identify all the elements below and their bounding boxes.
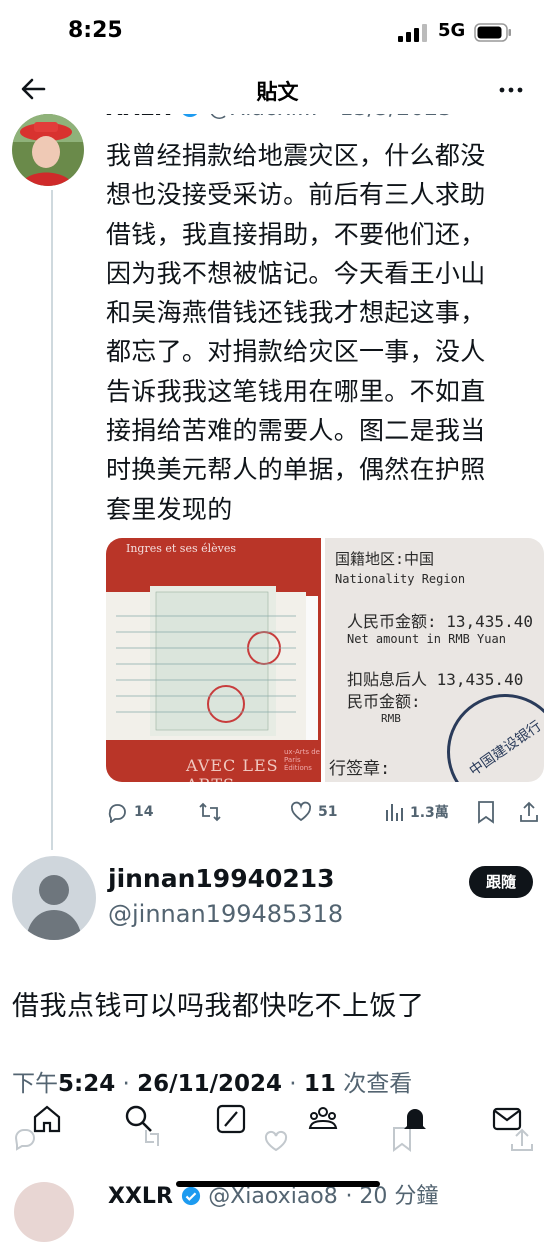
- follow-button[interactable]: 跟隨: [469, 866, 533, 898]
- like-button[interactable]: 51: [290, 798, 337, 826]
- reply-author-name[interactable]: jinnan19940213: [108, 864, 335, 893]
- retweet-button[interactable]: [198, 798, 228, 826]
- avatar-photo: [12, 114, 84, 186]
- receipt-line: 行签章:: [329, 759, 391, 779]
- book-footer: AVEC LES ARTS: [186, 756, 279, 782]
- receipt-line: 民币金额:: [347, 692, 421, 711]
- retweet-icon: [199, 802, 221, 822]
- tweet-body: 我曾经捐款给地震灾区，什么都没 想也没接受采访。前后有三人求助 借钱，我直接捐助…: [106, 141, 486, 524]
- receipt-line: RMB: [381, 712, 401, 725]
- meta-prefix: 下午: [12, 1071, 58, 1097]
- receipt-line: 扣贴息后人 13,435.40: [347, 670, 524, 689]
- meta-separator: ·: [115, 1071, 138, 1097]
- reply-button[interactable]: 14: [106, 798, 153, 826]
- meta-separator: ·: [281, 1071, 304, 1097]
- photo-receipt-2[interactable]: 国籍地区:中国 Nationality Region 人民币金额: 13,435…: [325, 538, 544, 782]
- share-icon[interactable]: [518, 800, 540, 824]
- next-tweet-avatar[interactable]: [14, 1182, 74, 1242]
- verified-badge-icon: [181, 1186, 200, 1206]
- receipt-line: Nationality Region: [335, 572, 466, 586]
- page-title: 貼文: [256, 80, 299, 104]
- meta-views-label: 次查看: [335, 1071, 413, 1097]
- views-button[interactable]: 1.3萬: [384, 798, 449, 826]
- communities-icon[interactable]: [306, 1102, 340, 1136]
- home-icon[interactable]: [30, 1102, 64, 1136]
- signal-icon: [398, 24, 427, 42]
- photo-receipt-1[interactable]: Ingres et ses élèves ux-Arts de Paris Éd…: [106, 538, 321, 782]
- messages-icon[interactable]: [490, 1102, 524, 1136]
- grok-icon[interactable]: [214, 1102, 248, 1136]
- reply-count: 14: [134, 804, 154, 820]
- views-chart-icon: [386, 804, 403, 821]
- next-author-handle[interactable]: @Xiaoxiao8: [208, 1184, 338, 1209]
- default-avatar-icon: [26, 875, 82, 940]
- top-nav: 貼文: [0, 66, 555, 114]
- tweet-media[interactable]: Ingres et ses élèves ux-Arts de Paris Éd…: [106, 538, 544, 782]
- network-type: 5G: [438, 20, 466, 41]
- heart-icon: [290, 801, 312, 822]
- receipt-line: 国籍地区:中国: [335, 550, 435, 568]
- author-avatar[interactable]: [12, 114, 84, 186]
- receipt-line: Net amount in RMB Yuan: [347, 632, 506, 646]
- meta-views: 11: [303, 1071, 336, 1097]
- home-indicator: [176, 1181, 380, 1187]
- bottom-tab-bar: [0, 1102, 555, 1154]
- tweet-actions: 14 51 1.3萬: [106, 798, 546, 826]
- status-time: 8:25: [68, 18, 123, 43]
- next-author-name[interactable]: XXLR: [108, 1184, 173, 1209]
- battery-icon: [474, 23, 511, 42]
- reply-author-handle[interactable]: @jinnan199485318: [108, 900, 343, 928]
- bookmark-icon[interactable]: [476, 800, 496, 824]
- next-tweet-age: · 20 分鐘: [345, 1184, 439, 1209]
- receipt-drawing: [106, 586, 318, 740]
- book-title: Ingres et ses élèves: [126, 542, 237, 555]
- search-icon[interactable]: [122, 1102, 156, 1136]
- meta-time: 5:24: [58, 1071, 116, 1097]
- reply-meta: 下午5:24 · 26/11/2024 · 11 次查看: [12, 1064, 412, 1098]
- meta-date: 26/11/2024: [137, 1071, 282, 1097]
- reply-icon: [108, 804, 126, 823]
- notifications-icon[interactable]: [398, 1102, 432, 1136]
- receipt-line: 人民币金额: 13,435.40: [347, 612, 533, 631]
- status-bar: 8:25 5G: [0, 0, 555, 66]
- reply-avatar[interactable]: [12, 856, 96, 940]
- more-horizontal-icon[interactable]: [496, 76, 526, 104]
- reply-body: 借我点钱可以吗我都快吃不上饭了: [12, 991, 425, 1022]
- thread-connector: [51, 190, 53, 850]
- like-count: 51: [318, 804, 338, 820]
- view-count: 1.3萬: [410, 805, 449, 821]
